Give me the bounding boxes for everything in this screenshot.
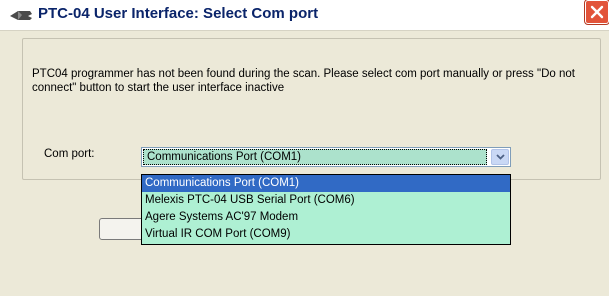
com-port-option[interactable]: Virtual IR COM Port (COM9): [142, 226, 510, 243]
com-port-option[interactable]: Communications Port (COM1): [142, 175, 510, 192]
app-icon: [10, 11, 32, 20]
close-icon: [590, 5, 604, 19]
window-title: PTC-04 User Interface: Select Com port: [38, 5, 319, 22]
com-port-label: Com port:: [44, 148, 95, 160]
com-port-select[interactable]: Communications Port (COM1): [141, 147, 511, 167]
title-bar: PTC-04 User Interface: Select Com port: [0, 0, 609, 31]
close-button[interactable]: [585, 0, 609, 24]
com-port-option[interactable]: Melexis PTC-04 USB Serial Port (COM6): [142, 192, 510, 209]
dropdown-button[interactable]: [491, 149, 509, 165]
com-port-selected-value[interactable]: Communications Port (COM1): [143, 149, 487, 165]
scan-message: PTC04 programmer has not been found duri…: [32, 68, 575, 94]
com-port-option[interactable]: Agere Systems AC'97 Modem: [142, 209, 510, 226]
com-port-dropdown-list[interactable]: Communications Port (COM1) Melexis PTC-0…: [141, 174, 511, 245]
chevron-down-icon: [495, 154, 505, 160]
